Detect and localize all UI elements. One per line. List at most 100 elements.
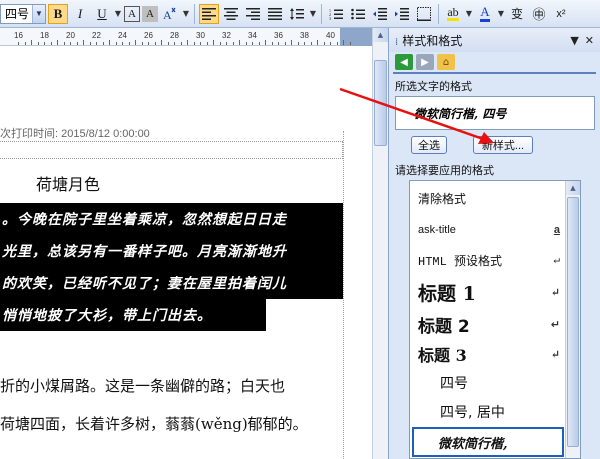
style-item-heading-1[interactable]: 标题 1 ↵ <box>410 275 580 309</box>
scroll-up-icon[interactable]: ▲ <box>566 181 580 195</box>
decrease-indent-button[interactable] <box>370 4 390 24</box>
select-all-button[interactable]: 全选 <box>411 136 447 154</box>
selected-format-box[interactable]: 微软简行楷, 四号 <box>395 96 595 130</box>
new-style-button[interactable]: 新样式... <box>473 136 533 154</box>
ruler-tick-mark <box>76 42 78 45</box>
align-left-button[interactable] <box>199 3 219 24</box>
grip-icon[interactable]: ⁞ <box>395 37 398 48</box>
style-item-label: 四号, 居中 <box>440 405 505 421</box>
selected-text-line[interactable]: 的欢笑，已经听不见了；妻在屋里拍着闰儿 <box>0 267 343 299</box>
selected-text-line[interactable]: 。今晚在院子里坐着乘凉，忽然想起日日走 <box>0 203 343 235</box>
ruler-tick-mark <box>284 42 286 45</box>
ruler-tick-mark <box>31 40 32 45</box>
ruler-tick-label: 34 <box>248 31 257 40</box>
close-icon[interactable]: ✕ <box>585 34 594 47</box>
scrollbar-thumb[interactable] <box>374 60 387 146</box>
bullets-button[interactable] <box>348 4 368 24</box>
italic-button[interactable]: I <box>70 4 90 24</box>
style-item-html-preformatted[interactable]: HTML 预设格式 ↵ <box>410 245 580 275</box>
ruler-tick-mark <box>161 40 162 45</box>
scrollbar-thumb[interactable] <box>567 197 579 447</box>
underline-button[interactable]: U <box>92 4 112 24</box>
ruler-tick-mark <box>252 42 253 45</box>
increase-indent-icon <box>395 7 409 20</box>
document-page[interactable]: 次打印时间: 2015/8/12 0:00:00 荷塘月色 。今晚在院子里坐着乘… <box>0 47 372 459</box>
document-scrollbar[interactable]: ▲ <box>372 28 388 459</box>
numbered-list-icon: 123 <box>329 8 343 20</box>
ruler-tick-mark <box>128 42 130 45</box>
align-center-button[interactable] <box>221 4 241 24</box>
body-text-line[interactable]: 折的小煤屑路。这是一条幽僻的路；白天也 <box>0 375 285 396</box>
numbering-button[interactable]: 123 <box>326 4 346 24</box>
ruler-tick-mark <box>102 42 104 45</box>
ruler-tick-mark <box>96 42 97 45</box>
ruler-tick-label: 20 <box>66 31 75 40</box>
phonetic-guide-button[interactable]: 变 <box>507 4 527 24</box>
style-item-label: 四号 <box>440 376 468 392</box>
ruler-tick-label: 22 <box>92 31 101 40</box>
char-shading-button[interactable]: A <box>142 5 158 22</box>
chevron-down-icon[interactable]: ▼ <box>309 9 317 18</box>
style-item-size-4-centered[interactable]: 四号, 居中 <box>410 397 580 427</box>
ruler-tick-mark <box>265 40 266 45</box>
ruler-tick-mark <box>70 42 71 45</box>
chevron-down-icon[interactable]: ▼ <box>465 9 473 18</box>
align-right-button[interactable] <box>243 4 263 24</box>
style-item-size-4[interactable]: 四号 <box>410 369 580 397</box>
formatting-toolbar: 四号 ▼ B I U ▼ A A A ▼ ▼ 1 2 3 ab ▼ A ▼ 变 … <box>0 0 600 28</box>
line-spacing-button[interactable] <box>287 4 307 24</box>
scroll-up-icon[interactable]: ▲ <box>373 28 388 42</box>
back-arrow-icon[interactable]: ◀ <box>395 54 413 70</box>
style-item-microsoft-xingkai[interactable]: 微软简行楷, <box>412 427 564 457</box>
font-color-button[interactable]: A <box>475 4 495 24</box>
home-icon[interactable]: ⌂ <box>437 54 455 70</box>
ruler-tick-mark <box>330 42 331 45</box>
ruler-tick-mark <box>50 42 52 45</box>
style-item-clear-formatting[interactable]: 清除格式 <box>410 181 580 215</box>
ruler-right-margin <box>340 28 372 46</box>
pane-divider <box>393 72 596 74</box>
body-text-line[interactable]: 荷塘四面，长着许多树，蓊蓊(wěng)郁郁的。 <box>0 413 308 434</box>
svg-text:A: A <box>163 8 172 22</box>
style-item-label: HTML 预设格式 <box>418 254 503 269</box>
ruler-tick-mark <box>278 42 279 45</box>
increase-indent-button[interactable] <box>392 4 412 24</box>
bold-button[interactable]: B <box>48 3 68 24</box>
font-size-select[interactable]: 四号 ▼ <box>0 3 46 24</box>
highlight-button[interactable]: ab <box>443 4 463 24</box>
selected-text-line[interactable]: 光里，总该另有一番样子吧。月亮渐渐地升 <box>0 235 343 267</box>
ruler-tick-mark <box>206 42 208 45</box>
style-item-label: 标题 2 <box>418 316 470 337</box>
ruler-tick-label: 16 <box>14 31 23 40</box>
style-list-scrollbar[interactable]: ▲ <box>565 181 580 458</box>
pane-menu-icon[interactable]: ▼ <box>570 34 578 47</box>
enclose-characters-button[interactable]: ㊥ <box>529 4 549 24</box>
border-icon <box>417 6 431 21</box>
text-effect-button[interactable]: A <box>160 4 180 24</box>
char-border-button[interactable]: A <box>124 5 140 22</box>
chevron-down-icon[interactable]: ▼ <box>497 9 505 18</box>
chevron-down-icon[interactable]: ▼ <box>182 9 190 18</box>
style-item-ask-title[interactable]: ask-title a <box>410 215 580 245</box>
ruler-tick-mark <box>18 42 19 45</box>
selected-text-line[interactable]: 悄悄地披了大衫，带上门出去。 <box>0 299 266 331</box>
outside-border-button[interactable] <box>414 4 434 24</box>
ruler-tick-label: 40 <box>326 31 335 40</box>
ruler-tick-mark <box>200 42 201 45</box>
line-spacing-icon <box>290 7 304 20</box>
ruler-tick-mark <box>291 40 292 45</box>
horizontal-ruler[interactable]: 16 18 20 22 24 26 28 30 32 34 36 38 40 <box>0 28 372 46</box>
style-item-heading-3[interactable]: 标题 3 ↵ <box>410 339 580 369</box>
chevron-down-icon[interactable]: ▼ <box>114 9 122 18</box>
style-item-heading-2[interactable]: 标题 2 ↵ <box>410 309 580 339</box>
ruler-tick-mark <box>57 40 58 45</box>
superscript-button[interactable]: x² <box>551 4 571 24</box>
forward-arrow-icon[interactable]: ▶ <box>416 54 434 70</box>
ruler-tick-mark <box>343 40 344 45</box>
document-title[interactable]: 荷塘月色 <box>36 171 100 195</box>
ruler-tick-mark <box>271 42 273 45</box>
distributed-align-button[interactable] <box>265 4 285 24</box>
ruler-tick-mark <box>148 42 149 45</box>
style-list[interactable]: 清除格式 ask-title a HTML 预设格式 ↵ 标题 1 ↵ 标题 2… <box>409 180 581 459</box>
chevron-down-icon[interactable]: ▼ <box>32 4 45 23</box>
